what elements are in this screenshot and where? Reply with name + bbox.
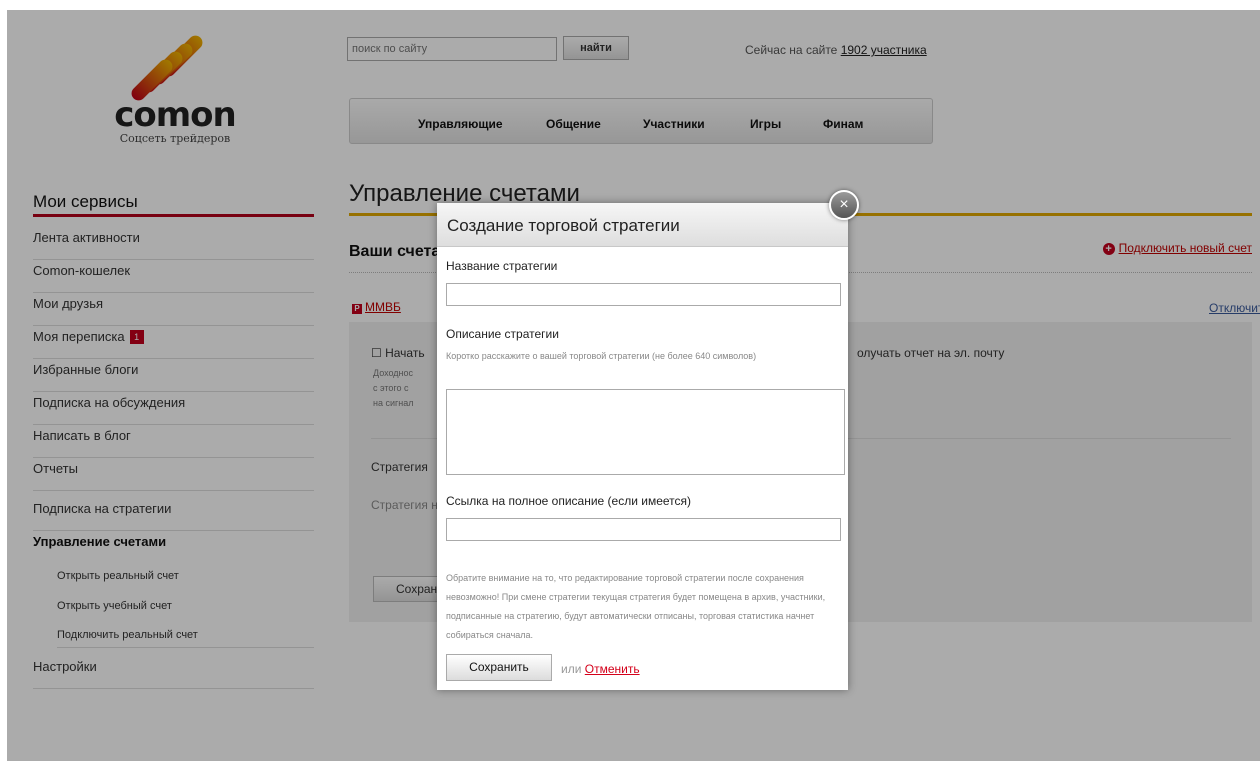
strategy-description-textarea[interactable] <box>446 389 845 475</box>
dialog-title: Создание торговой стратегии <box>437 203 848 247</box>
strategy-name-input[interactable] <box>446 283 841 306</box>
strategy-edit-warning: Обратите внимание на то, что редактирова… <box>446 573 826 640</box>
strategy-name-label: Название стратегии <box>446 259 558 273</box>
strategy-link-input[interactable] <box>446 518 841 541</box>
cancel-link[interactable]: Отменить <box>585 662 640 676</box>
strategy-description-label: Описание стратегии <box>446 327 559 341</box>
close-dialog-icon[interactable]: × <box>829 190 859 220</box>
page: comon Соцсеть трейдеров найти Сейчас на … <box>0 0 1260 761</box>
save-strategy-button[interactable]: Сохранить <box>446 654 552 681</box>
create-strategy-dialog: Создание торговой стратегии Название стр… <box>437 203 848 690</box>
cancel-group: или Отменить <box>561 662 640 676</box>
strategy-link-label: Ссылка на полное описание (если имеется) <box>446 494 692 508</box>
strategy-description-hint: Коротко расскажите о вашей торговой стра… <box>446 351 757 361</box>
